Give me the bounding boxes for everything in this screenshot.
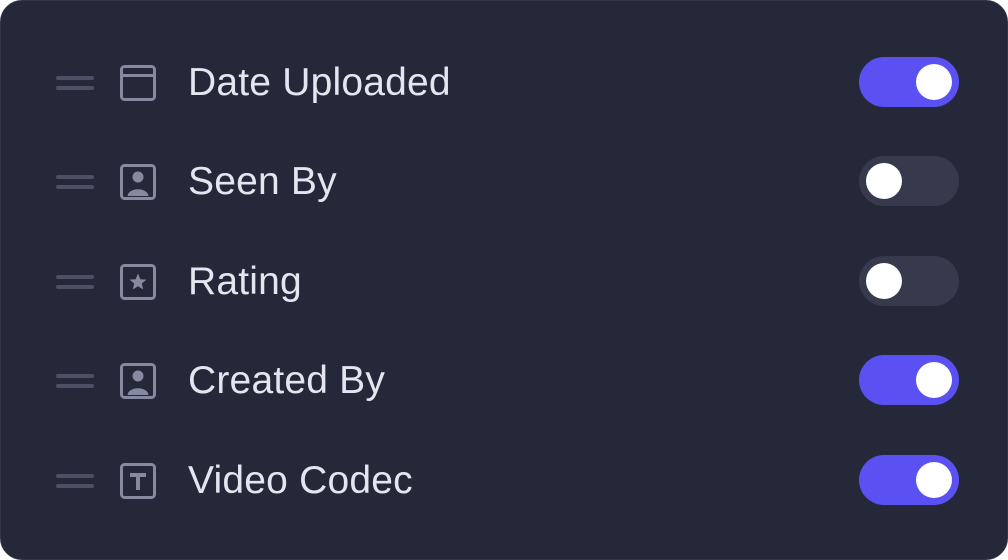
toggle-knob [916,64,952,100]
star-box-icon [119,263,157,301]
drag-handle-icon[interactable] [56,372,94,390]
calendar-icon [119,64,157,102]
column-row-video-codec: Video Codec [1,451,1008,511]
drag-handle-icon[interactable] [56,173,94,191]
toggle-knob [866,263,902,299]
drag-handle-icon[interactable] [56,273,94,291]
column-toggle-date-uploaded[interactable] [859,57,959,107]
person-portrait-icon [119,163,157,201]
column-toggle-video-codec[interactable] [859,455,959,505]
column-row-created-by: Created By [1,351,1008,411]
toggle-knob [916,362,952,398]
column-label: Video Codec [188,459,413,502]
column-toggle-seen-by[interactable] [859,156,959,206]
column-visibility-panel: Date Uploaded Seen By Rating Created By … [0,0,1008,560]
column-toggle-created-by[interactable] [859,355,959,405]
column-row-seen-by: Seen By [1,152,1008,212]
column-label: Created By [188,359,386,402]
column-label: Date Uploaded [188,61,451,104]
column-label: Seen By [188,160,337,203]
column-label: Rating [188,260,302,303]
column-toggle-rating[interactable] [859,256,959,306]
text-box-icon [119,462,157,500]
toggle-knob [866,163,902,199]
drag-handle-icon[interactable] [56,472,94,490]
column-row-date-uploaded: Date Uploaded [1,53,1008,113]
drag-handle-icon[interactable] [56,74,94,92]
toggle-knob [916,462,952,498]
person-portrait-icon [119,362,157,400]
column-row-rating: Rating [1,252,1008,312]
